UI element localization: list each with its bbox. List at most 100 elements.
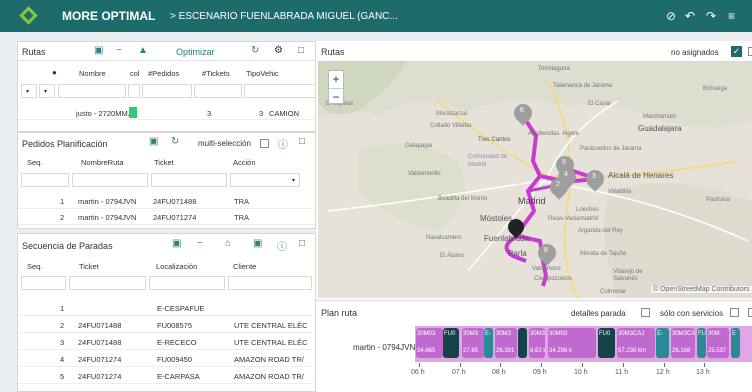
- gantt-segment[interactable]: E-: [656, 328, 669, 358]
- filter-pedidos[interactable]: [142, 84, 192, 98]
- table-row[interactable]: justo - 2720MMJ 3 3 CAMION: [18, 105, 315, 120]
- filter-seq[interactable]: [21, 276, 66, 290]
- table-row[interactable]: 5 24FU071274 E-CARPASA AMAZON ROAD TR/: [18, 369, 315, 384]
- col-nombre: Nombre: [79, 69, 106, 78]
- excel-export-icon[interactable]: ▣: [172, 238, 181, 249]
- filter-ruta[interactable]: [72, 173, 148, 187]
- rutas-header: Rutas ▣ − ▲ Optimizar ↻ ⚙ □: [18, 42, 315, 61]
- unassigned-label: no asignados: [671, 48, 719, 57]
- filter-nombre[interactable]: [58, 84, 126, 98]
- gantt-segment[interactable]: E: [731, 328, 740, 358]
- gantt-segment[interactable]: 30M03 34.665: [416, 328, 443, 358]
- zoom-out-button[interactable]: −: [329, 88, 343, 105]
- place-label: Guadalajara: [638, 124, 682, 133]
- redo-icon[interactable]: ↷: [706, 9, 716, 23]
- secuencia-title: Secuencia de Paradas: [22, 241, 113, 251]
- table-row[interactable]: 4 24FU071274 FU009450 AMAZON ROAD TR/: [18, 352, 315, 367]
- gantt-segment[interactable]: FU0: [443, 328, 459, 358]
- servicios-checkbox[interactable]: [730, 308, 739, 317]
- filter-accion[interactable]: ▾: [230, 173, 300, 187]
- zoom-in-button[interactable]: +: [329, 71, 343, 88]
- plan-maximize-icon[interactable]: [748, 308, 752, 317]
- filter-cliente[interactable]: [228, 276, 312, 290]
- place-label: Valdemoro: [532, 266, 561, 272]
- place-label: Brihuega: [703, 86, 728, 92]
- remove-icon[interactable]: −: [197, 238, 203, 249]
- filter-select-1[interactable]: ▾: [21, 84, 37, 98]
- gantt-segment[interactable]: FU0: [598, 328, 615, 358]
- remove-icon[interactable]: −: [116, 45, 122, 56]
- row-cliente: AMAZON ROAD TR/: [234, 355, 304, 364]
- row-loc: FU008575: [157, 321, 193, 330]
- segment-label: 30M3: [463, 331, 479, 337]
- row-cliente: UTE CENTRAL ELÉC: [234, 321, 308, 330]
- row-ruta: martin - 0794JVN: [78, 213, 137, 222]
- gantt-segment[interactable]: E-: [484, 328, 493, 358]
- filter-tipo[interactable]: [244, 84, 315, 98]
- gantt-segment[interactable]: [518, 328, 527, 358]
- place-label: Alcobendas: [528, 131, 560, 137]
- filter-seq[interactable]: [21, 173, 69, 187]
- undo-icon[interactable]: ↶: [685, 9, 695, 23]
- row-loc: FU009450: [157, 355, 193, 364]
- maximize-icon[interactable]: □: [298, 45, 304, 56]
- map-maximize-icon[interactable]: [748, 47, 752, 56]
- excel-export-icon[interactable]: ▣: [94, 45, 103, 56]
- table-row[interactable]: 3 24FU071488 E-RECECO UTE CENTRAL ELÉC: [18, 335, 315, 350]
- col-ticket: Ticket: [79, 262, 99, 271]
- scenario-breadcrumb[interactable]: > ESCENARIO FUENLABRADA MIGUEL (GANC...: [170, 11, 398, 22]
- filter-select-2[interactable]: ▾: [39, 84, 55, 98]
- gantt-segment[interactable]: 30M3 26.391: [495, 328, 517, 358]
- servicios-label: sólo con servicios: [660, 309, 724, 318]
- unassigned-checkbox[interactable]: ✓: [731, 46, 742, 57]
- row-seq: 2: [60, 213, 65, 222]
- gantt-segment[interactable]: 30M3 8.62 k: [529, 328, 545, 358]
- filter-ticket[interactable]: [151, 173, 227, 187]
- gantt-segment[interactable]: 30M3CAJ 26.168: [671, 328, 695, 358]
- optimize-button[interactable]: Optimizar: [176, 47, 215, 57]
- gantt-segment[interactable]: 30M 25.537: [707, 328, 729, 358]
- filter-localizacion[interactable]: [149, 276, 225, 290]
- gantt-segment[interactable]: 30M3 27.65: [462, 328, 484, 358]
- stop-icon[interactable]: ▣: [253, 238, 262, 249]
- place-label: Fuenlabrada: [484, 234, 529, 243]
- info-icon[interactable]: ⓘ: [277, 238, 287, 253]
- place-label: Comunidad de Madrid: [468, 154, 508, 168]
- segment-label: 30M03: [549, 331, 568, 337]
- gantt-segment[interactable]: 30M03 34.296 k: [548, 328, 596, 358]
- segment-label: 30M3CAJ: [618, 331, 645, 337]
- menu-icon[interactable]: ≡: [728, 9, 735, 23]
- place-label: Rivas-Vaciamadrid: [548, 216, 598, 222]
- check-icon[interactable]: ⊘: [666, 9, 676, 23]
- filter-color[interactable]: [128, 84, 140, 98]
- place-label: Ciempozuelos: [534, 276, 573, 282]
- home-icon[interactable]: ⌂: [225, 238, 231, 249]
- assign-vehicle-icon[interactable]: ▲: [138, 45, 148, 56]
- refresh-icon[interactable]: ↻: [251, 45, 259, 56]
- gantt-segment[interactable]: 30M3CAJ 57.236 km: [617, 328, 655, 358]
- secuencia-header: Secuencia de Paradas ▣ − ⌂ ▣ ⓘ □: [18, 234, 315, 253]
- route-color-swatch[interactable]: [129, 107, 137, 118]
- place-label: Talamanca de Jarama: [553, 83, 613, 89]
- maximize-icon[interactable]: □: [299, 136, 305, 147]
- maximize-icon[interactable]: □: [299, 238, 305, 249]
- route-map[interactable]: Torrelaguna Talamanca de Jarama Brihuega…: [318, 61, 752, 298]
- excel-export-icon[interactable]: ▣: [149, 136, 158, 147]
- place-label: Valdemorillo: [408, 171, 441, 177]
- gantt-segment[interactable]: FU: [697, 328, 706, 358]
- settings-icon[interactable]: ⚙: [274, 45, 283, 56]
- pedidos-title: Pedidos Planificación: [22, 139, 108, 149]
- filter-tickets[interactable]: [194, 84, 242, 98]
- info-icon[interactable]: ⓘ: [278, 136, 288, 151]
- multi-select-checkbox[interactable]: [260, 139, 269, 148]
- table-row[interactable]: 2 martin - 0794JVN 24FU071274 TRA: [18, 210, 315, 225]
- filter-ticket[interactable]: [69, 276, 146, 290]
- refresh-icon[interactable]: ↻: [171, 136, 179, 147]
- gantt-tick: [460, 363, 461, 367]
- table-row[interactable]: 2 24FU071488 FU008575 UTE CENTRAL ELÉC: [18, 318, 315, 333]
- detalles-checkbox[interactable]: [641, 308, 650, 317]
- table-row[interactable]: 1 martin - 0794JVN 24FU071488 TRA: [18, 194, 315, 209]
- gantt-tick: [582, 363, 583, 367]
- place-label: Villarejo de Salvanés: [613, 269, 643, 282]
- table-row[interactable]: 1 E-CESPAFUE: [18, 301, 315, 316]
